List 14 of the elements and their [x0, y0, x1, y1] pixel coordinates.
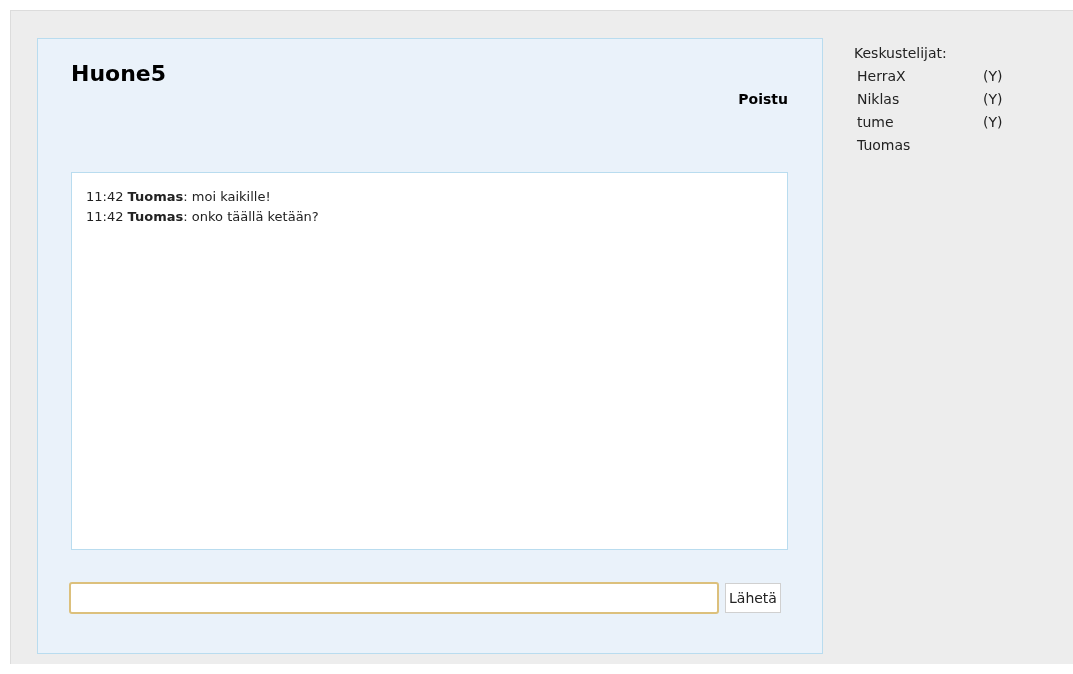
participant-status: (Y) — [983, 90, 1003, 109]
room-title: Huone5 — [71, 61, 167, 86]
participant-status: (Y) — [983, 113, 1003, 132]
participant-name: HerraX — [857, 67, 907, 86]
participant-name: Tuomas — [857, 136, 912, 155]
chat-message: 11:42 Tuomas: moi kaikille! — [86, 188, 272, 206]
participants-heading: Keskustelijat: — [854, 44, 948, 63]
participant-name: Niklas — [857, 90, 901, 109]
message-input[interactable] — [69, 582, 719, 614]
participant-status: (Y) — [983, 67, 1003, 86]
leave-link[interactable]: Poistu — [738, 91, 788, 107]
participant-name: tume — [857, 113, 895, 132]
chat-message: 11:42 Tuomas: onko täällä ketään? — [86, 208, 320, 226]
send-button[interactable]: Lähetä — [725, 583, 781, 613]
